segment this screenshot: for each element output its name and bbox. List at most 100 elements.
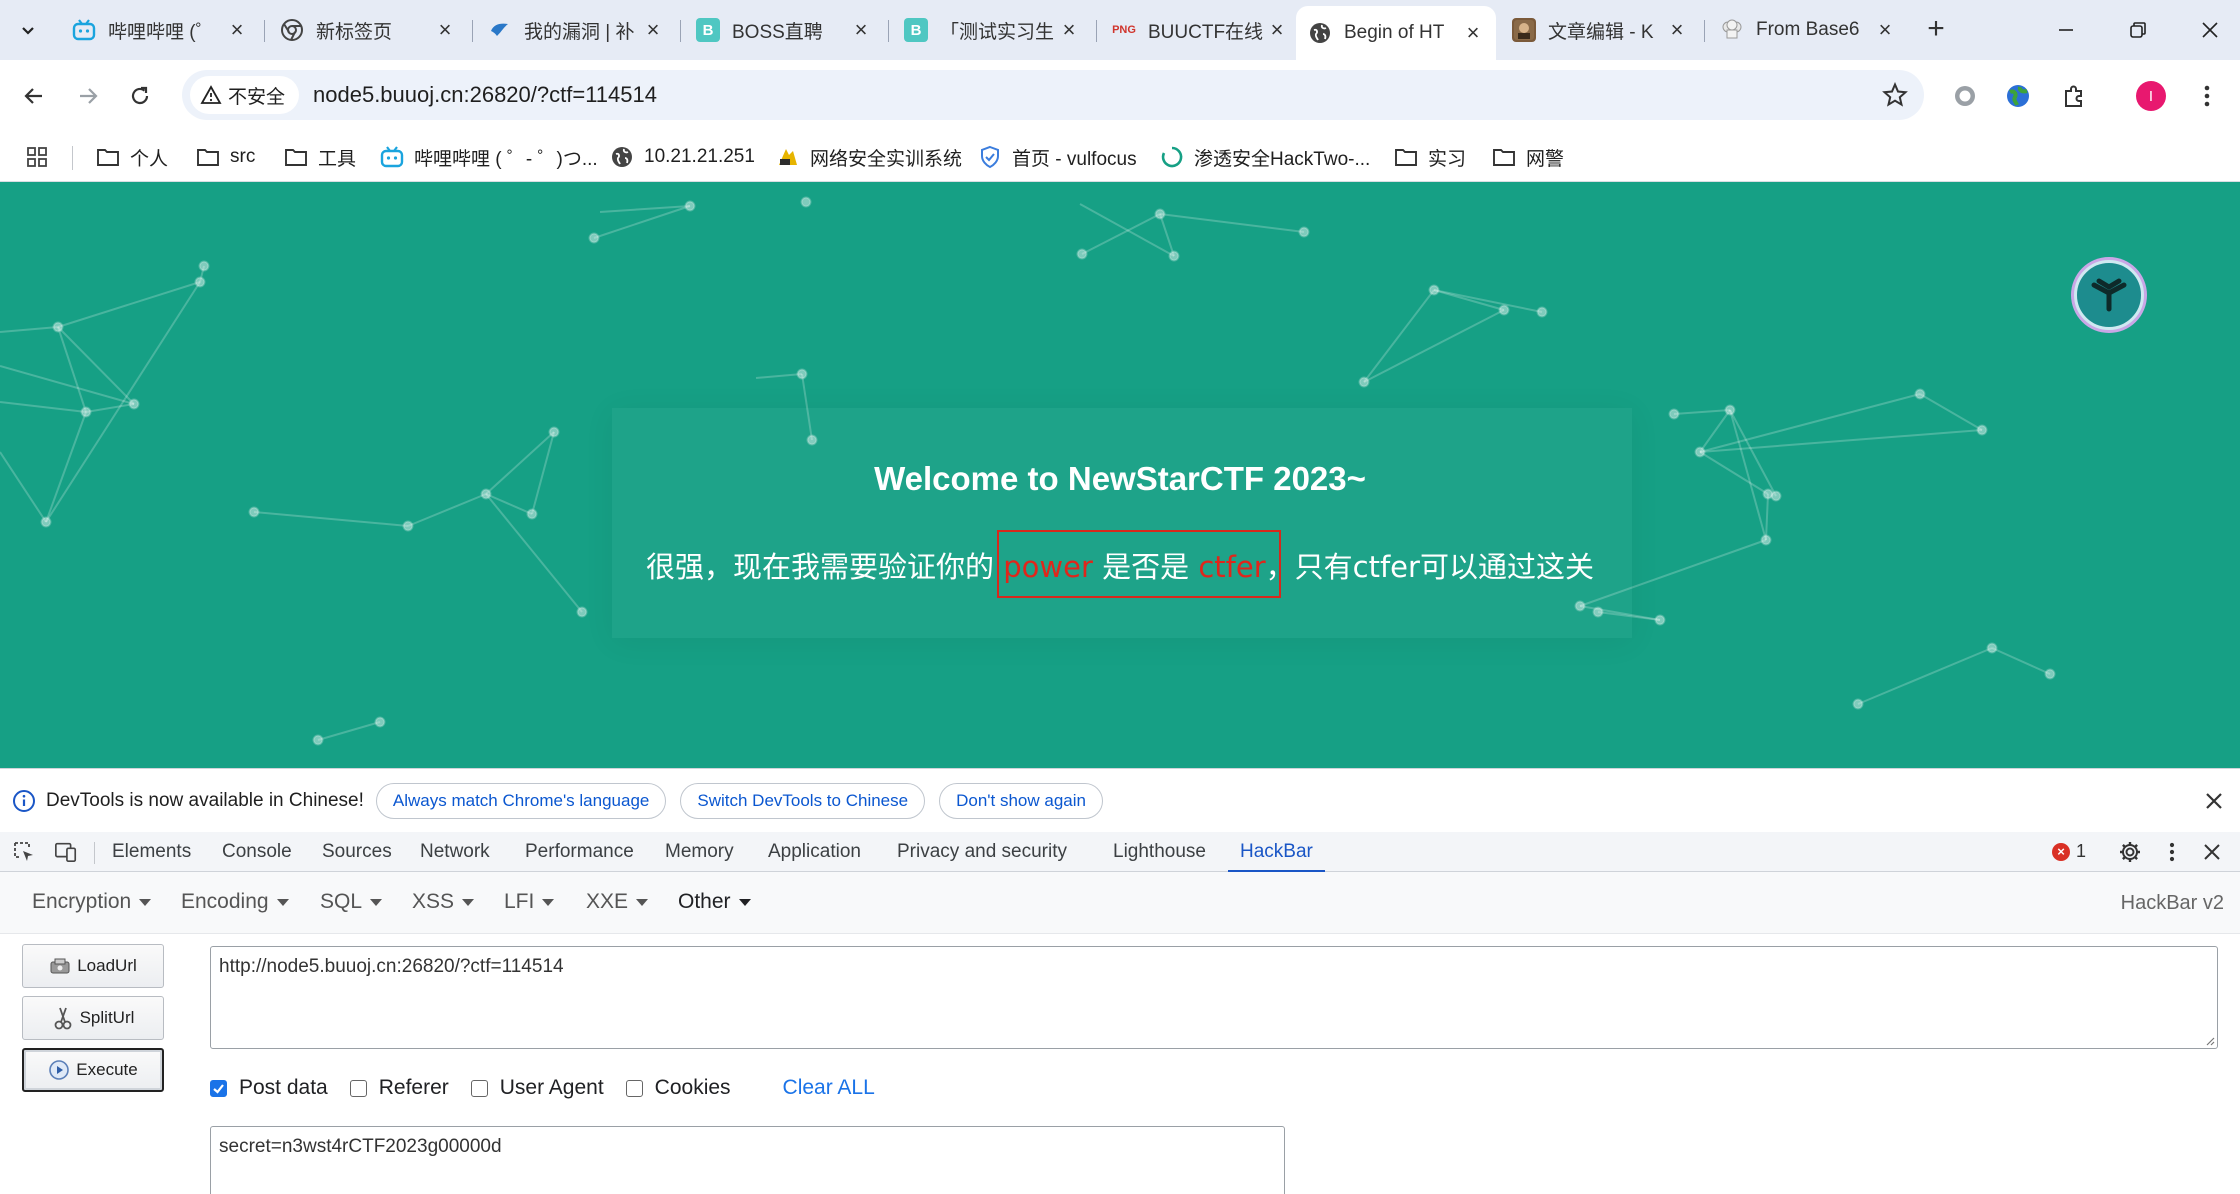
minimize-button[interactable]	[2044, 8, 2088, 52]
hackbar-menu-other[interactable]: Other	[678, 890, 751, 914]
post-data-checkbox[interactable]	[210, 1079, 227, 1097]
devtools-tab-sources[interactable]: Sources	[322, 832, 392, 872]
extensions-button[interactable]	[2057, 79, 2091, 113]
gear-icon	[2120, 842, 2140, 862]
post-data-textarea[interactable]: secret=n3wst4rCTF2023g00000d	[210, 1126, 1285, 1194]
apps-button[interactable]	[26, 132, 48, 182]
tab-buuctf[interactable]: PNG BUUCTF在线 ×	[1100, 8, 1300, 52]
infobar-message: DevTools is now available in Chinese!	[46, 789, 364, 811]
close-tab-icon[interactable]: ×	[1666, 19, 1688, 41]
option-label: User Agent	[499, 1076, 604, 1099]
device-toolbar-button[interactable]	[54, 840, 78, 864]
error-counter[interactable]: × 1	[2052, 841, 2086, 862]
tab-search-button[interactable]	[10, 12, 46, 48]
dont-show-again-button[interactable]: Don't show again	[939, 782, 1103, 819]
user-agent-option[interactable]: User Agent	[470, 1076, 604, 1100]
close-tab-icon[interactable]: ×	[434, 19, 456, 41]
bookmark-bilibili[interactable]: 哔哩哔哩 ( ゜- ゜)つ...	[380, 132, 598, 182]
tab-new-tab[interactable]: 新标签页 ×	[268, 8, 468, 52]
resize-handle-icon[interactable]	[2205, 1036, 2215, 1046]
extension-globe-button[interactable]	[2001, 79, 2035, 113]
folder-icon	[1394, 145, 1418, 169]
bookmark-ip[interactable]: 10.21.21.251	[610, 132, 755, 182]
load-url-button[interactable]: LoadUrl	[22, 944, 164, 988]
tab-begin-of-http[interactable]: Begin of HT ×	[1296, 6, 1496, 60]
devtools-tab-network[interactable]: Network	[420, 832, 490, 872]
bookmark-folder-police[interactable]: 网警	[1492, 132, 1564, 182]
hackbar-menu-encryption[interactable]: Encryption	[32, 890, 152, 914]
switch-to-chinese-button[interactable]: Switch DevTools to Chinese	[680, 782, 926, 819]
execute-button[interactable]: Execute	[22, 1048, 164, 1092]
forward-button[interactable]	[66, 74, 110, 118]
devtools-settings-button[interactable]	[2118, 840, 2142, 864]
close-icon[interactable]	[2202, 789, 2226, 813]
profile-button[interactable]: I	[2134, 79, 2168, 113]
match-language-button[interactable]: Always match Chrome's language	[375, 782, 667, 819]
bookmark-hacktwo[interactable]: 渗透安全HackTwo-...	[1160, 132, 1370, 182]
bookmark-folder-src[interactable]: src	[196, 132, 255, 182]
tab-boss[interactable]: B BOSS直聘 ×	[684, 8, 884, 52]
tab-my-vulns[interactable]: 我的漏洞 | 补 ×	[476, 8, 676, 52]
address-bar[interactable]: 不安全 node5.buuoj.cn:26820/?ctf=114514	[182, 70, 1924, 120]
restore-button[interactable]	[2116, 8, 2160, 52]
cookies-checkbox[interactable]	[625, 1079, 643, 1097]
bookmark-folder-personal[interactable]: 个人	[96, 132, 168, 182]
close-tab-icon[interactable]: ×	[1462, 22, 1484, 44]
tab-bilibili[interactable]: 哔哩哔哩 (゜ ×	[60, 8, 260, 52]
close-window-button[interactable]	[2188, 8, 2232, 52]
devtools-close-button[interactable]	[2200, 840, 2224, 864]
caret-down-icon	[276, 898, 289, 906]
back-button[interactable]	[12, 74, 56, 118]
floating-logo-button[interactable]	[2074, 260, 2144, 330]
devtools-tab-application[interactable]: Application	[768, 832, 861, 872]
post-data-option[interactable]: Post data	[210, 1076, 328, 1100]
tab-title: 哔哩哔哩 (゜	[108, 21, 215, 43]
hackbar-menu-lfi[interactable]: LFI	[504, 890, 555, 914]
tab-article-edit[interactable]: 文章编辑 - K ×	[1500, 8, 1700, 52]
devtools-tab-privacy[interactable]: Privacy and security	[897, 832, 1067, 872]
security-chip[interactable]: 不安全	[190, 76, 300, 114]
clear-all-link[interactable]: Clear ALL	[783, 1076, 875, 1100]
close-tab-icon[interactable]: ×	[1874, 19, 1896, 41]
tab-cyberchef[interactable]: From Base6 ×	[1708, 8, 1908, 52]
close-icon	[2202, 22, 2218, 38]
devtools-tab-memory[interactable]: Memory	[665, 832, 734, 872]
new-tab-button[interactable]: +	[1918, 12, 1954, 48]
url-text[interactable]: node5.buuoj.cn:26820/?ctf=114514	[313, 82, 657, 108]
inspect-element-button[interactable]	[12, 840, 36, 864]
referer-checkbox[interactable]	[349, 1079, 367, 1097]
close-tab-icon[interactable]: ×	[1058, 19, 1080, 41]
hackbar-menu-encoding[interactable]: Encoding	[181, 890, 289, 914]
hackbar-menu-sql[interactable]: SQL	[320, 890, 383, 914]
cookies-option[interactable]: Cookies	[625, 1076, 731, 1100]
referer-option[interactable]: Referer	[349, 1076, 449, 1100]
devtools-tab-hackbar[interactable]: HackBar	[1228, 832, 1325, 873]
menu-label: Encryption	[32, 890, 132, 913]
hackbar-menu-xxe[interactable]: XXE	[586, 890, 649, 914]
user-agent-checkbox[interactable]	[470, 1079, 488, 1097]
bookmark-vulfocus[interactable]: 首页 - vulfocus	[978, 132, 1137, 182]
close-tab-icon[interactable]: ×	[226, 19, 248, 41]
close-tab-icon[interactable]: ×	[850, 19, 872, 41]
bookmark-label: 个人	[130, 148, 169, 170]
devtools-more-button[interactable]	[2160, 840, 2184, 864]
extension-circle-button[interactable]	[1948, 79, 1982, 113]
bookmark-security-training[interactable]: 网络安全实训系统	[776, 132, 962, 182]
close-tab-icon[interactable]: ×	[1266, 19, 1288, 41]
url-textarea[interactable]: http://node5.buuoj.cn:26820/?ctf=114514	[210, 946, 2218, 1049]
welcome-card	[612, 408, 1632, 638]
hackbar-menu-xss[interactable]: XSS	[412, 890, 475, 914]
devtools-tab-lighthouse[interactable]: Lighthouse	[1113, 832, 1206, 872]
split-url-button[interactable]: SplitUrl	[22, 996, 164, 1040]
reload-button[interactable]	[118, 74, 162, 118]
devtools-tab-performance[interactable]: Performance	[525, 832, 634, 872]
bookmark-folder-tools[interactable]: 工具	[284, 132, 356, 182]
chrome-menu-button[interactable]	[2190, 79, 2224, 113]
shield-icon	[978, 145, 1002, 169]
close-tab-icon[interactable]: ×	[642, 19, 664, 41]
bookmark-folder-intern[interactable]: 实习	[1394, 132, 1466, 182]
devtools-tab-elements[interactable]: Elements	[112, 832, 191, 872]
tab-test-intern[interactable]: B 「测试实习生 ×	[892, 8, 1092, 52]
star-bookmark-icon[interactable]	[1882, 82, 1908, 108]
devtools-tab-console[interactable]: Console	[222, 832, 292, 872]
